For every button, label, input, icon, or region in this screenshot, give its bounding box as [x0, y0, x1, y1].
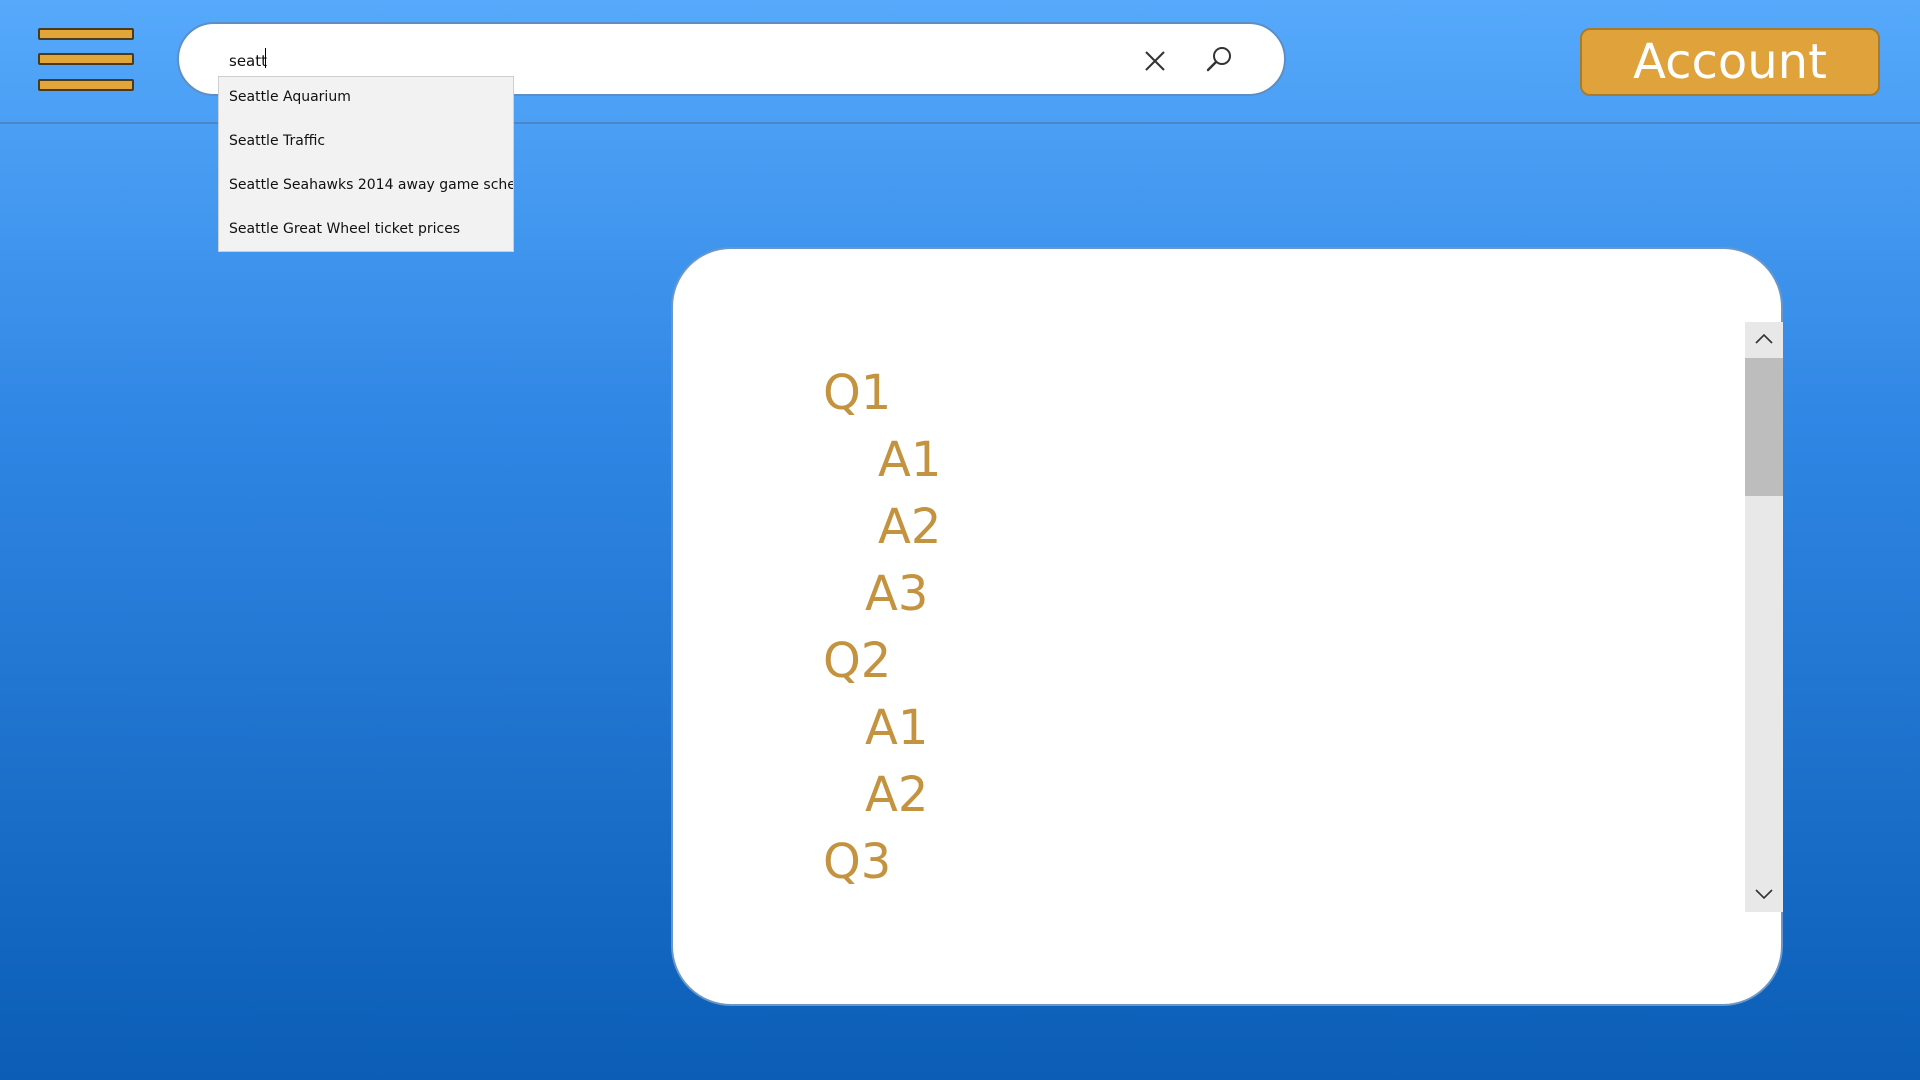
chevron-up-icon [1755, 333, 1773, 344]
text-caret [265, 48, 266, 68]
scroll-thumb[interactable] [1745, 358, 1783, 496]
hamburger-bar [38, 53, 134, 65]
answer-item[interactable]: A2 [878, 499, 941, 555]
question-item[interactable]: Q3 [823, 834, 891, 890]
question-item[interactable]: Q2 [823, 633, 891, 689]
hamburger-bar [38, 28, 134, 40]
vertical-scrollbar[interactable] [1745, 322, 1783, 912]
suggestion-item[interactable]: Seattle Seahawks 2014 away game schedul [219, 165, 513, 209]
account-button[interactable]: Account [1580, 28, 1880, 96]
suggestion-item[interactable]: Seattle Great Wheel ticket prices [219, 209, 513, 251]
search-button[interactable] [1203, 44, 1235, 76]
answer-item[interactable]: A2 [865, 767, 928, 823]
hamburger-bar [38, 79, 134, 91]
scroll-down-button[interactable] [1745, 876, 1783, 912]
chevron-down-icon [1755, 889, 1773, 900]
hamburger-menu-button[interactable] [38, 26, 136, 94]
suggestion-item[interactable]: Seattle Aquarium [219, 77, 513, 121]
search-suggestions-dropdown: Seattle Aquarium Seattle Traffic Seattle… [218, 76, 514, 252]
search-input[interactable] [229, 48, 929, 74]
qa-content-panel: Q1 A1 A2 A3 Q2 A1 A2 Q3 [671, 247, 1783, 1006]
question-item[interactable]: Q1 [823, 365, 891, 421]
scroll-up-button[interactable] [1745, 322, 1783, 358]
qa-list: Q1 A1 A2 A3 Q2 A1 A2 Q3 [673, 249, 1733, 1004]
suggestion-item[interactable]: Seattle Traffic [219, 121, 513, 165]
search-icon [1206, 47, 1231, 72]
clear-search-button[interactable] [1140, 46, 1170, 76]
answer-item[interactable]: A3 [865, 566, 928, 622]
answer-item[interactable]: A1 [865, 700, 928, 756]
answer-item[interactable]: A1 [878, 432, 941, 488]
close-icon [1145, 51, 1165, 71]
